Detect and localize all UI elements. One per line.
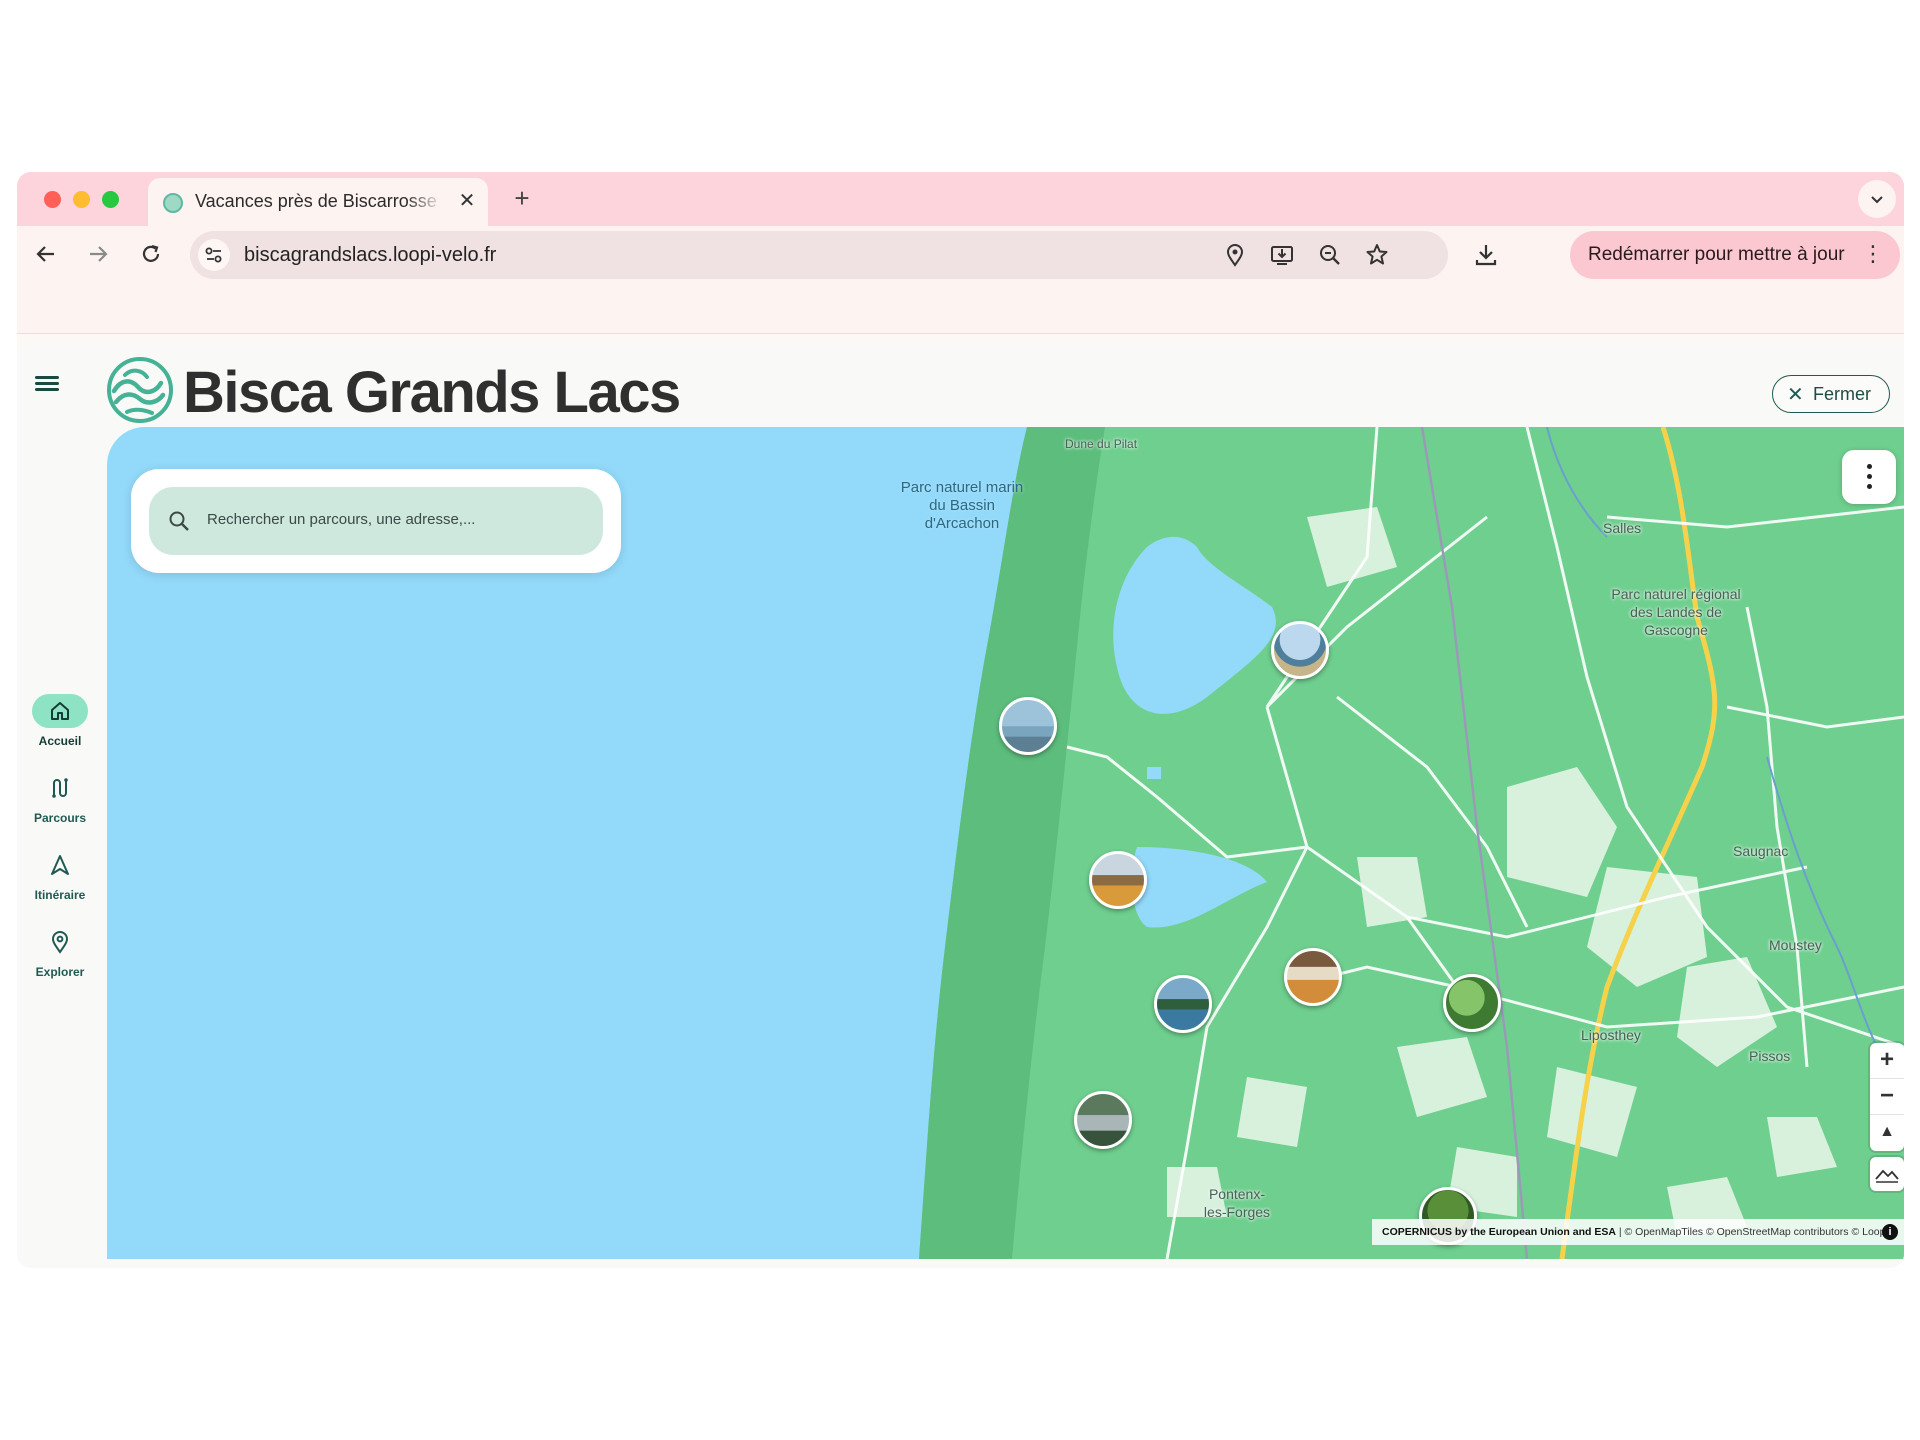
new-tab-button[interactable]: +	[505, 182, 539, 216]
map-label-saugnac: Saugnac	[1733, 843, 1789, 859]
rail-item-accueil[interactable]: Accueil	[17, 694, 103, 748]
map-label-parc-marin: Parc naturel marin du Bassin d'Arcachon	[900, 479, 1024, 532]
more-vert-icon[interactable]: ⋮	[1862, 241, 1884, 267]
poi-marker-photo[interactable]	[1154, 975, 1212, 1033]
compass-button[interactable]: ▲	[1870, 1115, 1904, 1151]
route-icon	[32, 771, 88, 805]
bisca-grands-lacs-logo[interactable]	[105, 355, 175, 425]
close-button[interactable]: ✕ Fermer	[1772, 375, 1890, 413]
attribution-copernicus: COPERNICUS by the European Union and ESA	[1382, 1226, 1616, 1238]
toolbar-spacer	[17, 282, 1904, 334]
tab-bar: Vacances près de Biscarrosse ✕ +	[17, 172, 1904, 226]
rail-label-accueil: Accueil	[38, 734, 82, 748]
tab-close-button[interactable]: ✕	[454, 188, 480, 214]
info-icon[interactable]: i	[1882, 1224, 1898, 1240]
map-label-liposthey: Liposthey	[1581, 1027, 1641, 1043]
download-icon[interactable]	[1472, 241, 1500, 269]
menu-icon[interactable]	[31, 373, 63, 397]
restart-to-update-button[interactable]: Redémarrer pour mettre à jour ⋮	[1570, 231, 1900, 279]
tab-title: Vacances près de Biscarrosse	[195, 191, 437, 211]
map-canvas[interactable]: Dune du Pilat Parc naturel marin du Bass…	[107, 427, 1904, 1259]
poi-marker-photo[interactable]	[1074, 1091, 1132, 1149]
map-label-dune: Dune du Pilat	[1065, 437, 1138, 451]
browser-window: Vacances près de Biscarrosse ✕ + biscagr…	[17, 172, 1904, 1268]
poi-marker-photo[interactable]	[1089, 851, 1147, 909]
poi-marker-photo[interactable]	[999, 697, 1057, 755]
forward-button[interactable]	[78, 234, 118, 274]
map-options-button[interactable]	[1842, 450, 1896, 504]
close-window-button[interactable]	[44, 191, 61, 208]
site-info-button[interactable]	[198, 239, 230, 271]
poi-marker-photo[interactable]	[1443, 974, 1501, 1032]
address-bar[interactable]: biscagrandslacs.loopi-velo.fr	[190, 231, 1448, 279]
rail-label-itineraire: Itinéraire	[34, 888, 86, 902]
url-text: biscagrandslacs.loopi-velo.fr	[244, 244, 497, 266]
map-label-pissos: Pissos	[1749, 1048, 1791, 1064]
zoom-in-button[interactable]: +	[1870, 1043, 1904, 1079]
zoom-icon[interactable]	[1316, 241, 1344, 269]
chevron-down-icon	[1871, 196, 1883, 204]
install-app-icon[interactable]	[1268, 241, 1296, 269]
tab-search-button[interactable]	[1858, 180, 1896, 218]
minimize-window-button[interactable]	[73, 191, 90, 208]
terrain-toggle-button[interactable]	[1870, 1157, 1904, 1191]
map-attribution: COPERNICUS by the European Union and ESA…	[1372, 1219, 1904, 1245]
site-favicon-icon	[163, 193, 183, 213]
search-placeholder: Rechercher un parcours, une adresse,...	[207, 511, 476, 528]
map-label-moustey: Moustey	[1769, 937, 1822, 953]
maximize-window-button[interactable]	[102, 191, 119, 208]
arrow-left-icon	[36, 246, 54, 262]
location-pin-icon	[32, 925, 88, 959]
arrow-right-icon	[90, 246, 108, 262]
rail-label-parcours: Parcours	[33, 811, 87, 825]
close-button-label: Fermer	[1813, 384, 1871, 404]
web-page: Bisca Grands Lacs ✕ Fermer Accueil Parco…	[17, 345, 1904, 1268]
brand-title: Bisca Grands Lacs	[183, 360, 681, 425]
search-card: Rechercher un parcours, une adresse,...	[131, 469, 621, 573]
map-label-pontenx: Pontenx-les-Forges	[1203, 1186, 1271, 1220]
location-icon[interactable]	[1221, 241, 1249, 269]
search-icon	[169, 511, 189, 531]
back-button[interactable]	[26, 234, 66, 274]
bookmark-star-icon[interactable]	[1363, 241, 1391, 269]
restart-to-update-label: Redémarrer pour mettre à jour	[1588, 244, 1845, 265]
browser-tab-active[interactable]: Vacances près de Biscarrosse ✕	[148, 178, 488, 226]
rail-item-explorer[interactable]: Explorer	[17, 925, 103, 979]
tune-icon	[205, 247, 222, 263]
reload-icon	[142, 244, 160, 262]
home-icon	[32, 694, 88, 728]
poi-marker-photo[interactable]	[1271, 621, 1329, 679]
map-label-parc-landes: Parc naturel régional des Landes de Gasc…	[1611, 586, 1741, 638]
poi-marker-photo[interactable]	[1284, 948, 1342, 1006]
terrain-icon	[1875, 1169, 1899, 1183]
rail-item-parcours[interactable]: Parcours	[17, 771, 103, 825]
close-icon: ✕	[1787, 384, 1804, 406]
browser-toolbar: biscagrandslacs.loopi-velo.fr Redémarrer…	[17, 226, 1904, 282]
attribution-credits: | © OpenMapTiles © OpenStreetMap contrib…	[1615, 1226, 1888, 1238]
zoom-controls: + − ▲	[1870, 1043, 1904, 1151]
reload-button[interactable]	[131, 234, 171, 274]
navigation-icon	[32, 848, 88, 882]
search-input[interactable]: Rechercher un parcours, une adresse,...	[149, 487, 603, 555]
rail-label-explorer: Explorer	[35, 965, 85, 979]
rail-item-itineraire[interactable]: Itinéraire	[17, 848, 103, 902]
zoom-out-button[interactable]: −	[1870, 1079, 1904, 1115]
map-label-salles: Salles	[1603, 520, 1642, 536]
